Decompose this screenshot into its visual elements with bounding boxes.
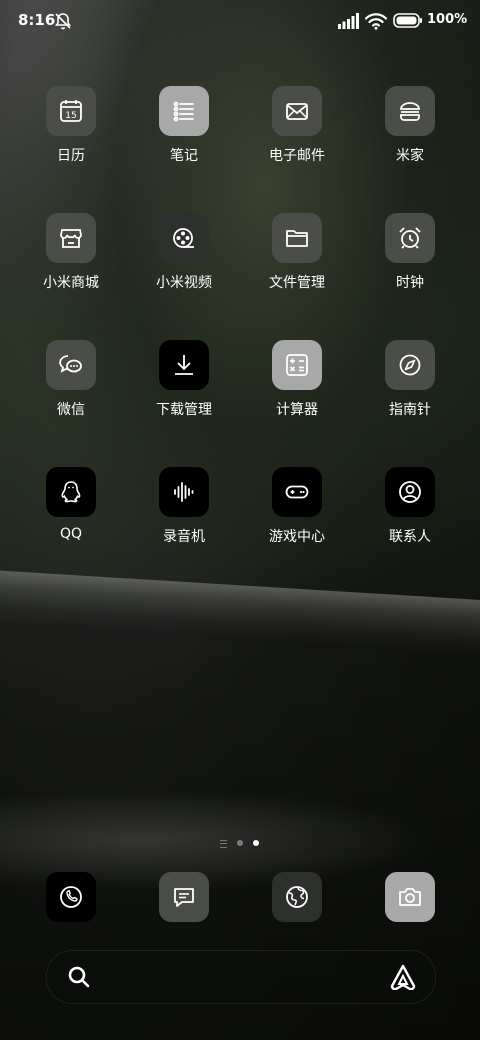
dock-messages[interactable] (159, 872, 209, 922)
chat-bubbles-icon (46, 340, 96, 390)
app-calendar[interactable]: 15 日历 (16, 86, 126, 196)
clock-time: 8:16 (18, 11, 56, 29)
contact-icon (385, 467, 435, 517)
app-label: 联系人 (389, 529, 431, 545)
dock-browser[interactable] (272, 872, 322, 922)
cell-signal-icon (338, 13, 359, 29)
app-label: 米家 (396, 148, 424, 164)
app-label: 指南针 (389, 402, 431, 418)
app-label: 小米商城 (43, 275, 99, 291)
camera-icon (399, 888, 421, 906)
app-notes[interactable]: 笔记 (129, 86, 239, 196)
app-wechat[interactable]: 微信 (16, 340, 126, 450)
mail-icon (272, 86, 322, 136)
dock-phone[interactable] (46, 872, 96, 922)
app-label: 下载管理 (156, 402, 212, 418)
app-compass[interactable]: 指南针 (355, 340, 465, 450)
app-clock[interactable]: 时钟 (355, 213, 465, 323)
phone-icon (60, 886, 82, 908)
page-dot-1 (237, 840, 243, 846)
app-mi-video[interactable]: 小米视频 (129, 213, 239, 323)
search-icon (68, 966, 90, 988)
app-download-manager[interactable]: 下载管理 (129, 340, 239, 450)
gamepad-icon (272, 467, 322, 517)
calendar-icon: 15 (46, 86, 96, 136)
app-game-center[interactable]: 游戏中心 (242, 467, 352, 577)
battery-percentage: 100% (427, 12, 468, 27)
browser-globe-icon (286, 886, 308, 908)
wifi-icon (365, 13, 387, 30)
svg-text:15: 15 (65, 111, 76, 121)
battery-icon (393, 13, 422, 28)
calculator-icon (272, 340, 322, 390)
dock-camera[interactable] (385, 872, 435, 922)
notes-icon (159, 86, 209, 136)
app-mijia[interactable]: 米家 (355, 86, 465, 196)
app-label: 计算器 (276, 402, 318, 418)
bell-muted-icon (54, 13, 72, 30)
penguin-icon (46, 467, 96, 517)
app-label: 日历 (57, 148, 85, 164)
message-icon (174, 888, 194, 907)
app-contacts[interactable]: 联系人 (355, 467, 465, 577)
compass-icon (385, 340, 435, 390)
app-file-manager[interactable]: 文件管理 (242, 213, 352, 323)
search-bar[interactable] (46, 950, 436, 1004)
page-indicator[interactable] (218, 838, 268, 848)
app-label: 时钟 (396, 275, 424, 291)
store-icon (46, 213, 96, 263)
app-label: 电子邮件 (269, 148, 325, 164)
app-mi-store[interactable]: 小米商城 (16, 213, 126, 323)
app-label: 录音机 (163, 529, 205, 545)
app-calculator[interactable]: 计算器 (242, 340, 352, 450)
video-reel-icon (159, 213, 209, 263)
assistant-icon[interactable] (389, 964, 417, 990)
dock (0, 872, 480, 922)
app-label: 文件管理 (269, 275, 325, 291)
page-dot-2-active (253, 840, 259, 846)
folder-icon (272, 213, 322, 263)
app-label: QQ (59, 526, 83, 542)
download-icon (159, 340, 209, 390)
mijia-icon (385, 86, 435, 136)
app-label: 小米视频 (156, 275, 212, 291)
waveform-icon (159, 467, 209, 517)
app-recorder[interactable]: 录音机 (129, 467, 239, 577)
app-label: 游戏中心 (269, 529, 325, 545)
app-drawer-indicator-icon (220, 840, 227, 848)
status-bar: 8:16 100% (0, 0, 480, 42)
alarm-clock-icon (385, 213, 435, 263)
app-email[interactable]: 电子邮件 (242, 86, 352, 196)
app-label: 笔记 (170, 148, 198, 164)
app-qq[interactable]: QQ (16, 467, 126, 577)
app-label: 微信 (57, 402, 85, 418)
